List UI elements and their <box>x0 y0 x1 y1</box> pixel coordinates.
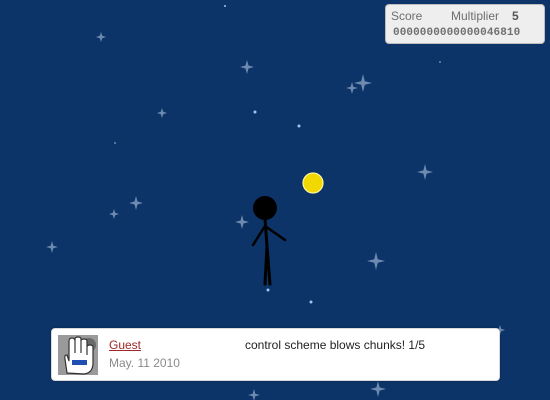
stick-figure-head <box>253 196 277 220</box>
score-value: 0000000000000046810 <box>393 27 521 39</box>
multiplier-value: 5 <box>512 9 519 23</box>
sparkle-star-icon <box>367 252 385 270</box>
sparkle-star-icon <box>240 60 254 74</box>
sparkle-star-icon <box>417 164 433 180</box>
stick-figure-player[interactable] <box>251 196 287 286</box>
sparkle-star-icon <box>346 82 358 94</box>
sparkle-star-icon <box>96 32 106 42</box>
collectible-orb <box>302 172 324 194</box>
dot-star-icon <box>253 110 257 114</box>
stick-figure-arms <box>251 224 287 247</box>
sparkle-star-icon <box>46 241 58 253</box>
sparkle-star-icon <box>109 209 119 219</box>
sparkle-star-icon <box>129 196 143 210</box>
comment-box: Guest May. 11 2010 control scheme blows … <box>51 328 500 381</box>
sparkle-star-icon <box>354 74 372 92</box>
comment-text: control scheme blows chunks! 1/5 <box>245 338 426 352</box>
dot-star-icon <box>224 5 226 7</box>
multiplier-label: Multiplier <box>451 9 500 23</box>
hand-cursor-icon <box>58 335 98 375</box>
dot-star-icon <box>266 288 270 292</box>
dot-star-icon <box>297 124 301 128</box>
dot-star-icon <box>114 142 116 144</box>
dot-star-icon <box>309 300 313 304</box>
score-panel: Score Multiplier 5 0000000000000046810 <box>385 4 545 44</box>
score-label: Score <box>391 9 423 23</box>
sparkle-star-icon <box>370 381 386 397</box>
comment-author-link[interactable]: Guest <box>109 338 141 352</box>
sparkle-star-icon <box>235 215 249 229</box>
sparkle-star-icon <box>248 389 260 400</box>
dot-star-icon <box>439 61 441 63</box>
sparkle-star-icon <box>157 108 167 118</box>
comment-date: May. 11 2010 <box>109 356 180 370</box>
